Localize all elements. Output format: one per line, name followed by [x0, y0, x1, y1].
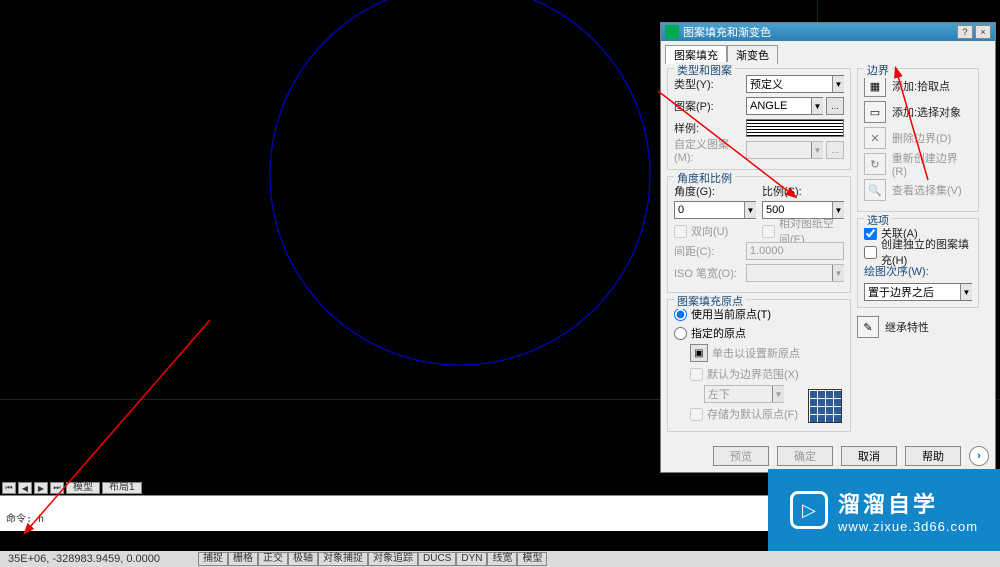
- label-custom: 自定义图案(M):: [674, 136, 746, 164]
- pattern-browse-button[interactable]: …: [826, 97, 844, 115]
- origin-preview: [808, 389, 842, 423]
- tab-next-icon[interactable]: ▶: [34, 482, 48, 494]
- label-type: 类型(Y):: [674, 76, 746, 92]
- separate-checkbox[interactable]: [864, 246, 877, 259]
- label-sample: 样例:: [674, 120, 746, 136]
- group-type-pattern: 类型和图案 类型(Y): 预定义▼ 图案(P): ANGLE▼ … 样例: 自定…: [667, 68, 851, 170]
- save-default-checkbox: [690, 408, 703, 421]
- help-button[interactable]: 帮助: [905, 446, 961, 466]
- chevron-down-icon: ▼: [960, 284, 972, 300]
- inherit-icon: ✎: [857, 316, 879, 338]
- label-spacing: 间距(C):: [674, 243, 746, 259]
- dyn-toggle[interactable]: DYN: [456, 552, 487, 566]
- origin-pos-select: 左下▼: [704, 385, 784, 403]
- tab-prev-icon[interactable]: ◀: [18, 482, 32, 494]
- custom-select: ▼: [746, 141, 823, 159]
- set-origin-icon: ▣: [690, 344, 708, 362]
- origin-current-radio[interactable]: [674, 308, 687, 321]
- ok-button: 确定: [777, 446, 833, 466]
- snap-toggle[interactable]: 捕捉: [198, 552, 228, 566]
- pattern-preview[interactable]: [746, 119, 844, 137]
- model-toggle[interactable]: 模型: [517, 552, 547, 566]
- chevron-down-icon: ▼: [772, 386, 784, 402]
- group-options: 选项 关联(A) 创建独立的图案填充(H) 绘图次序(W): 置于边界之后▼: [857, 218, 979, 308]
- label-scale: 比例(S):: [762, 183, 844, 199]
- expand-button[interactable]: ›: [969, 446, 989, 466]
- add-select-button[interactable]: ▭添加:选择对象: [864, 101, 972, 123]
- recreate-boundary-button: ↻重新创建边界(R): [864, 153, 972, 175]
- status-bar: 35E+06, -328983.9459, 0.0000 捕捉 栅格 正交 极轴…: [0, 551, 1000, 567]
- tab-layout1[interactable]: 布局1: [102, 482, 142, 494]
- spacing-input: 1.0000: [746, 242, 844, 260]
- group-boundary: 边界 ▦添加:拾取点 ▭添加:选择对象 ✕删除边界(D) ↻重新创建边界(R) …: [857, 68, 979, 212]
- layout-tabs: ⏮ ◀ ▶ ⏭ 模型 布局1: [2, 481, 142, 495]
- watermark-url: www.zixue.3d66.com: [838, 519, 978, 534]
- watermark: ▷ 溜溜自学 www.zixue.3d66.com: [768, 469, 1000, 551]
- chevron-down-icon: ▼: [832, 265, 844, 281]
- dialog-footer: 预览 确定 取消 帮助 ›: [661, 440, 995, 472]
- app-icon: [665, 25, 679, 39]
- draw-order-select[interactable]: 置于边界之后▼: [864, 283, 972, 301]
- select-object-icon: ▭: [864, 101, 886, 123]
- double-checkbox: [674, 225, 687, 238]
- group-origin: 图案填充原点 使用当前原点(T) 指定的原点 ▣单击以设置新原点 默认为边界范围…: [667, 299, 851, 432]
- associative-checkbox[interactable]: [864, 227, 877, 240]
- tab-first-icon[interactable]: ⏮: [2, 482, 16, 494]
- view-icon: 🔍: [864, 179, 886, 201]
- paper-checkbox: [762, 225, 775, 238]
- custom-browse-button: …: [826, 141, 844, 159]
- watermark-brand: 溜溜自学: [838, 487, 938, 519]
- otrack-toggle[interactable]: 对象追踪: [368, 552, 418, 566]
- chevron-down-icon: ▼: [811, 98, 823, 114]
- tab-last-icon[interactable]: ⏭: [50, 482, 64, 494]
- cancel-button[interactable]: 取消: [841, 446, 897, 466]
- tab-model[interactable]: 模型: [66, 482, 100, 494]
- remove-icon: ✕: [864, 127, 886, 149]
- iso-select: ▼: [746, 264, 844, 282]
- chevron-down-icon: ▼: [811, 142, 823, 158]
- grid-toggle[interactable]: 栅格: [228, 552, 258, 566]
- lwt-toggle[interactable]: 线宽: [487, 552, 517, 566]
- origin-specified-radio[interactable]: [674, 327, 687, 340]
- chevron-down-icon: ▼: [744, 202, 756, 218]
- help-icon[interactable]: ?: [957, 25, 973, 39]
- osnap-toggle[interactable]: 对象捕捉: [318, 552, 368, 566]
- inherit-button[interactable]: ✎继承特性: [857, 316, 979, 338]
- ortho-toggle[interactable]: 正交: [258, 552, 288, 566]
- close-icon[interactable]: ×: [975, 25, 991, 39]
- chevron-down-icon: ▼: [832, 76, 844, 92]
- ducs-toggle[interactable]: DUCS: [418, 552, 456, 566]
- coordinates: 35E+06, -328983.9459, 0.0000: [0, 553, 168, 565]
- play-icon: ▷: [790, 491, 828, 529]
- default-extent-checkbox: [690, 368, 703, 381]
- polar-toggle[interactable]: 极轴: [288, 552, 318, 566]
- recreate-icon: ↻: [864, 153, 886, 175]
- hatch-dialog: 图案填充和渐变色 ? × 图案填充 渐变色 类型和图案 类型(Y): 预定义▼ …: [660, 22, 996, 473]
- remove-boundary-button: ✕删除边界(D): [864, 127, 972, 149]
- dialog-titlebar[interactable]: 图案填充和渐变色 ? ×: [661, 23, 995, 41]
- pattern-select[interactable]: ANGLE▼: [746, 97, 823, 115]
- angle-input[interactable]: 0▼: [674, 201, 756, 219]
- dialog-title: 图案填充和渐变色: [683, 24, 955, 40]
- type-select[interactable]: 预定义▼: [746, 75, 844, 93]
- add-pick-button[interactable]: ▦添加:拾取点: [864, 75, 972, 97]
- pick-point-icon: ▦: [864, 75, 886, 97]
- dialog-tabs: 图案填充 渐变色: [661, 41, 995, 64]
- label-pattern: 图案(P):: [674, 98, 746, 114]
- label-iso: ISO 笔宽(O):: [674, 265, 746, 281]
- group-angle-scale: 角度和比例 角度(G): 0▼ 比例(S): 500▼ 双向(U) 相对图纸空间…: [667, 176, 851, 293]
- circle-entity: [270, 0, 650, 365]
- preview-button: 预览: [713, 446, 769, 466]
- view-selection-button: 🔍查看选择集(V): [864, 179, 972, 201]
